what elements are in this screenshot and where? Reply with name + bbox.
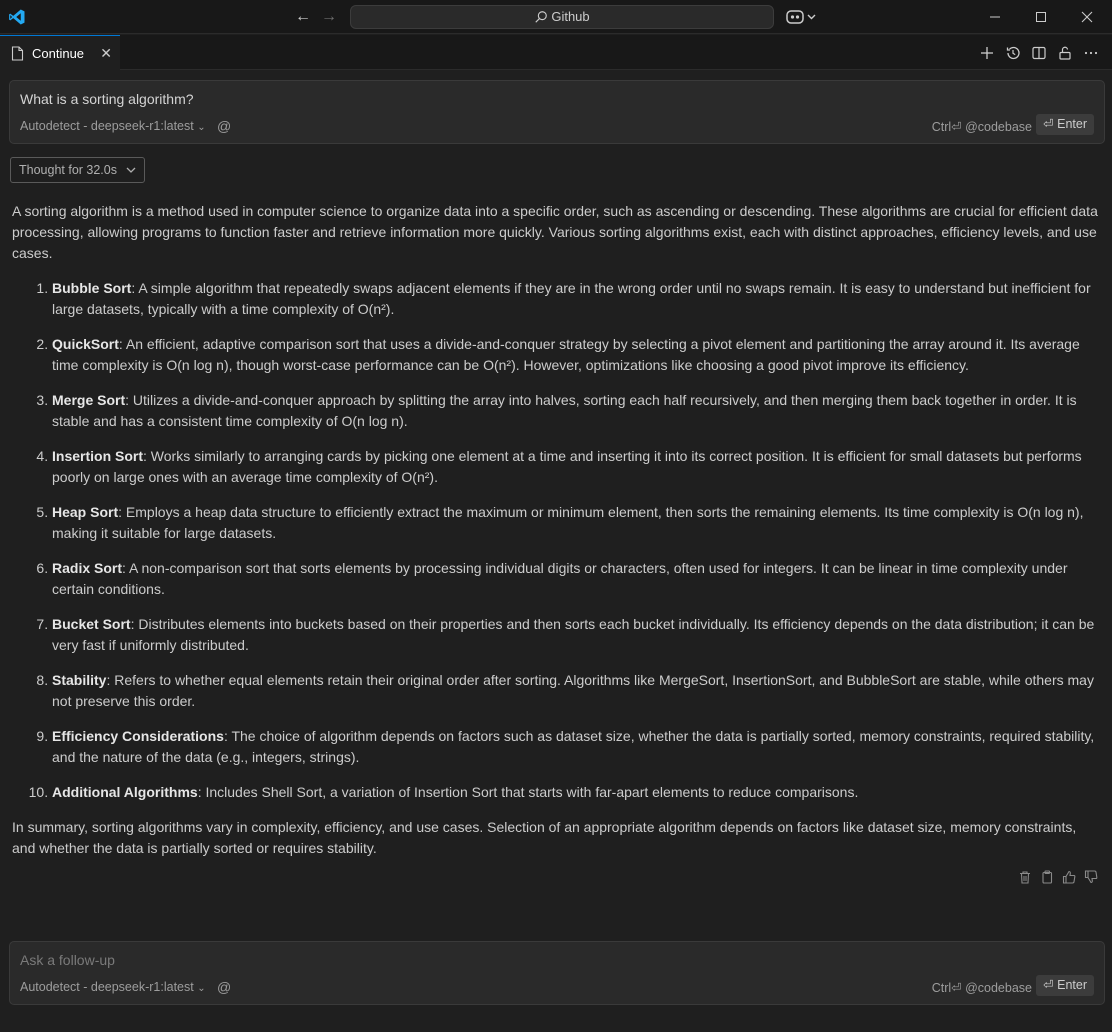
list-item: Stability: Refers to whether equal eleme… <box>52 670 1100 712</box>
list-item: Bubble Sort: A simple algorithm that rep… <box>52 278 1100 320</box>
codebase-hint: Ctrl⏎ @codebase <box>931 981 1032 995</box>
file-icon <box>11 45 24 61</box>
enter-button[interactable]: ⏎ Enter <box>1036 114 1094 135</box>
model-select[interactable]: Autodetect - deepseek-r1:latest ⌄ <box>20 980 206 994</box>
at-mention-icon[interactable]: @ <box>217 979 231 995</box>
chevron-down-icon: ⌄ <box>197 983 206 994</box>
message-actions <box>1018 870 1098 884</box>
codebase-hint: Ctrl⏎ @codebase <box>931 120 1032 134</box>
followup-input[interactable]: Ask a follow-up <box>20 952 115 968</box>
copy-icon[interactable] <box>1040 870 1054 884</box>
at-mention-icon[interactable]: @ <box>217 118 231 134</box>
enter-button[interactable]: ⏎ Enter <box>1036 975 1094 996</box>
list-item: Heap Sort: Employs a heap data structure… <box>52 502 1100 544</box>
maximize-icon[interactable] <box>1018 0 1064 34</box>
tab-bar: Continue ✕ <box>0 35 1112 70</box>
title-bar: ← → Github <box>0 0 1112 34</box>
thumbs-up-icon[interactable] <box>1062 870 1076 884</box>
copilot-icon[interactable] <box>786 8 818 26</box>
list-item: Insertion Sort: Works similarly to arran… <box>52 446 1100 488</box>
list-item: Additional Algorithms: Includes Shell So… <box>52 782 1100 803</box>
list-item: QuickSort: An efficient, adaptive compar… <box>52 334 1100 376</box>
arrow-left-icon[interactable]: ← <box>294 8 312 26</box>
question-input-box[interactable]: What is a sorting algorithm? Autodetect … <box>9 80 1105 144</box>
algorithm-list: Bubble Sort: A simple algorithm that rep… <box>12 278 1100 803</box>
followup-input-box[interactable]: Ask a follow-up Autodetect - deepseek-r1… <box>9 941 1105 1005</box>
arrow-right-icon[interactable]: → <box>320 8 338 26</box>
command-center-label: Github <box>551 9 590 24</box>
status-bar <box>0 1022 1112 1032</box>
plus-icon[interactable] <box>978 44 996 62</box>
question-text[interactable]: What is a sorting algorithm? <box>20 91 194 107</box>
tab-close-icon[interactable]: ✕ <box>100 45 112 62</box>
split-editor-icon[interactable] <box>1030 44 1048 62</box>
list-item: Efficiency Considerations: The choice of… <box>52 726 1100 768</box>
chevron-down-icon <box>126 158 136 190</box>
list-item: Bucket Sort: Distributes elements into b… <box>52 614 1100 656</box>
thumbs-down-icon[interactable] <box>1084 870 1098 884</box>
search-icon <box>535 11 548 23</box>
close-icon[interactable] <box>1064 0 1110 34</box>
thought-toggle[interactable]: Thought for 32.0s <box>10 157 145 183</box>
command-center-search[interactable]: Github <box>350 5 774 29</box>
chevron-down-icon <box>807 14 816 20</box>
assistant-answer: A sorting algorithm is a method used in … <box>12 201 1100 873</box>
answer-intro: A sorting algorithm is a method used in … <box>12 203 1098 261</box>
thought-label: Thought for 32.0s <box>19 163 117 177</box>
chevron-down-icon: ⌄ <box>197 122 206 133</box>
history-icon[interactable] <box>1004 44 1022 62</box>
tab-actions <box>978 44 1100 62</box>
minimize-icon[interactable] <box>972 0 1018 34</box>
tab-continue[interactable]: Continue ✕ <box>0 35 120 70</box>
list-item: Merge Sort: Utilizes a divide-and-conque… <box>52 390 1100 432</box>
vscode-logo-icon <box>8 8 26 26</box>
tab-label: Continue <box>32 45 85 61</box>
model-select[interactable]: Autodetect - deepseek-r1:latest ⌄ <box>20 119 206 133</box>
answer-summary: In summary, sorting algorithms vary in c… <box>12 819 1077 856</box>
lock-icon[interactable] <box>1056 44 1074 62</box>
list-item: Radix Sort: A non-comparison sort that s… <box>52 558 1100 600</box>
trash-icon[interactable] <box>1018 870 1032 884</box>
more-icon[interactable] <box>1082 44 1100 62</box>
